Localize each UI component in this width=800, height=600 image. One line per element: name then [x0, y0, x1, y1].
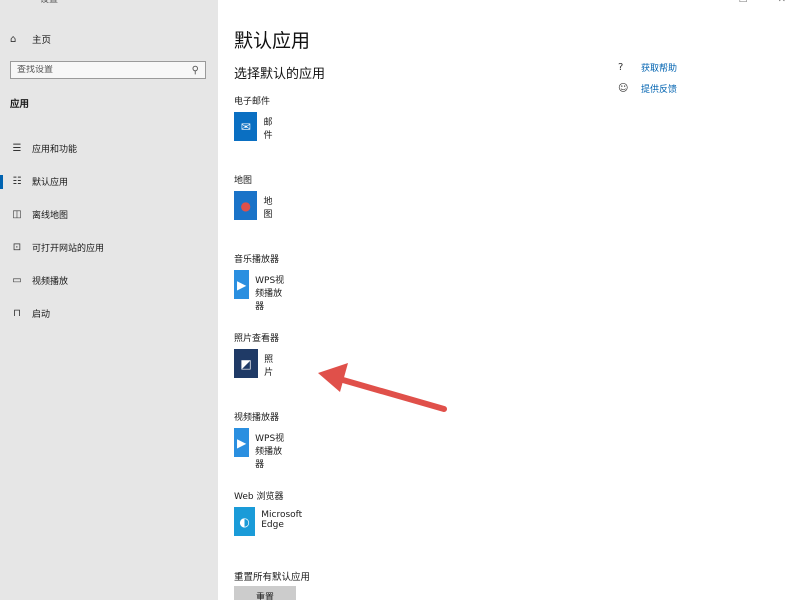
- default-photo-section: 照片查看器 ◩ 照片: [234, 331, 280, 378]
- category-label: Web 浏览器: [234, 492, 284, 502]
- give-feedback-link[interactable]: ☺ 提供反馈: [618, 78, 677, 98]
- sidebar-item-home[interactable]: ⌂ 主页: [10, 30, 51, 48]
- edge-icon: ◐: [234, 507, 256, 536]
- sidebar-item-label: 启动: [32, 310, 51, 320]
- web-app-icon: ⊡: [12, 242, 22, 253]
- default-maps-section: 地图 ● 地图: [234, 173, 272, 220]
- main-content: — ☐ ✕ 默认应用 选择默认的应用 ? 获取帮助 ☺ 提供反馈 电子邮件 ✉ …: [218, 0, 800, 600]
- default-video-section: 视频播放器 ▶ WPS视频播放器: [234, 410, 284, 470]
- get-help-link[interactable]: ? 获取帮助: [618, 57, 677, 77]
- category-label: 音乐播放器: [234, 255, 280, 265]
- default-app-button[interactable]: ▶ WPS视频播放器: [234, 270, 289, 312]
- feedback-icon: ☺: [618, 82, 629, 94]
- wps-player-icon: ▶: [234, 270, 250, 299]
- sidebar: ← 设置 ⌂ 主页 ⚲ 应用 ☰ 应用和功能 ☷ 默认应用 ◫ 离线地图: [0, 0, 218, 600]
- sidebar-item-label: 默认应用: [32, 178, 69, 188]
- reset-button[interactable]: 重置: [234, 586, 296, 600]
- help-icon: ?: [618, 61, 624, 73]
- mail-icon: ✉: [234, 112, 258, 141]
- wps-player-icon: ▶: [234, 428, 250, 457]
- sidebar-item-label: 视频播放: [32, 277, 69, 287]
- app-name: Microsoft Edge: [261, 510, 303, 530]
- search-input[interactable]: [17, 65, 182, 75]
- sidebar-item-default-apps[interactable]: ☷ 默认应用: [0, 165, 218, 198]
- default-music-section: 音乐播放器 ▶ WPS视频播放器: [234, 252, 284, 312]
- default-email-section: 电子邮件 ✉ 邮件: [234, 94, 272, 141]
- sidebar-nav: ☰ 应用和功能 ☷ 默认应用 ◫ 离线地图 ⊡ 可打开网站的应用 ▭ 视频播放 …: [0, 132, 218, 330]
- window-title: 设置: [40, 0, 59, 5]
- sidebar-item-label: 主页: [32, 35, 52, 46]
- default-apps-icon: ☷: [12, 176, 22, 187]
- category-label: 地图: [234, 176, 253, 186]
- settings-window: ← 设置 ⌂ 主页 ⚲ 应用 ☰ 应用和功能 ☷ 默认应用 ◫ 离线地图: [0, 0, 800, 600]
- video-icon: ▭: [12, 275, 22, 286]
- sidebar-item-offline-maps[interactable]: ◫ 离线地图: [0, 198, 218, 231]
- page-subtitle: 选择默认的应用: [234, 67, 326, 82]
- map-icon: ◫: [12, 209, 22, 220]
- default-app-button[interactable]: ◐ Microsoft Edge: [234, 507, 310, 536]
- default-app-button[interactable]: ● 地图: [234, 191, 278, 220]
- default-browser-section: Web 浏览器 ◐ Microsoft Edge: [234, 489, 302, 536]
- help-link-label: 提供反馈: [641, 84, 678, 95]
- sidebar-item-video-playback[interactable]: ▭ 视频播放: [0, 264, 218, 297]
- app-name: 地图: [263, 197, 273, 220]
- sidebar-item-apps-for-websites[interactable]: ⊡ 可打开网站的应用: [0, 231, 218, 264]
- help-links: ? 获取帮助 ☺ 提供反馈: [618, 57, 677, 99]
- window-controls: — ☐ ✕: [699, 0, 786, 5]
- back-icon[interactable]: ←: [10, 0, 20, 4]
- home-icon: ⌂: [10, 33, 17, 45]
- app-name: WPS视频播放器: [255, 276, 285, 312]
- search-box[interactable]: ⚲: [10, 61, 206, 79]
- page-title: 默认应用: [234, 30, 311, 52]
- sidebar-item-startup[interactable]: ⊓ 启动: [0, 297, 218, 330]
- app-name: 邮件: [263, 118, 273, 141]
- close-icon[interactable]: ✕: [778, 0, 786, 5]
- app-name: WPS视频播放器: [255, 434, 285, 470]
- startup-icon: ⊓: [13, 308, 21, 319]
- maps-icon: ●: [234, 191, 258, 220]
- category-label: 电子邮件: [234, 97, 271, 107]
- maximize-icon[interactable]: ☐: [739, 0, 748, 5]
- sidebar-item-apps-features[interactable]: ☰ 应用和功能: [0, 132, 218, 165]
- default-app-button[interactable]: ▶ WPS视频播放器: [234, 428, 289, 470]
- photos-icon: ◩: [234, 349, 259, 378]
- sidebar-item-label: 可打开网站的应用: [32, 244, 105, 254]
- sidebar-item-label: 应用和功能: [32, 145, 78, 155]
- category-label: 视频播放器: [234, 413, 280, 423]
- minimize-icon[interactable]: —: [699, 0, 709, 5]
- sidebar-item-label: 离线地图: [32, 211, 69, 221]
- search-icon[interactable]: ⚲: [192, 65, 199, 76]
- category-label: 照片查看器: [234, 334, 280, 344]
- default-app-button[interactable]: ✉ 邮件: [234, 112, 278, 141]
- list-icon: ☰: [12, 143, 22, 154]
- sidebar-section-title: 应用: [10, 99, 30, 110]
- app-name: 照片: [264, 355, 274, 378]
- help-link-label: 获取帮助: [641, 63, 678, 74]
- reset-label: 重置所有默认应用: [234, 572, 311, 583]
- default-app-button[interactable]: ◩ 照片: [234, 349, 279, 378]
